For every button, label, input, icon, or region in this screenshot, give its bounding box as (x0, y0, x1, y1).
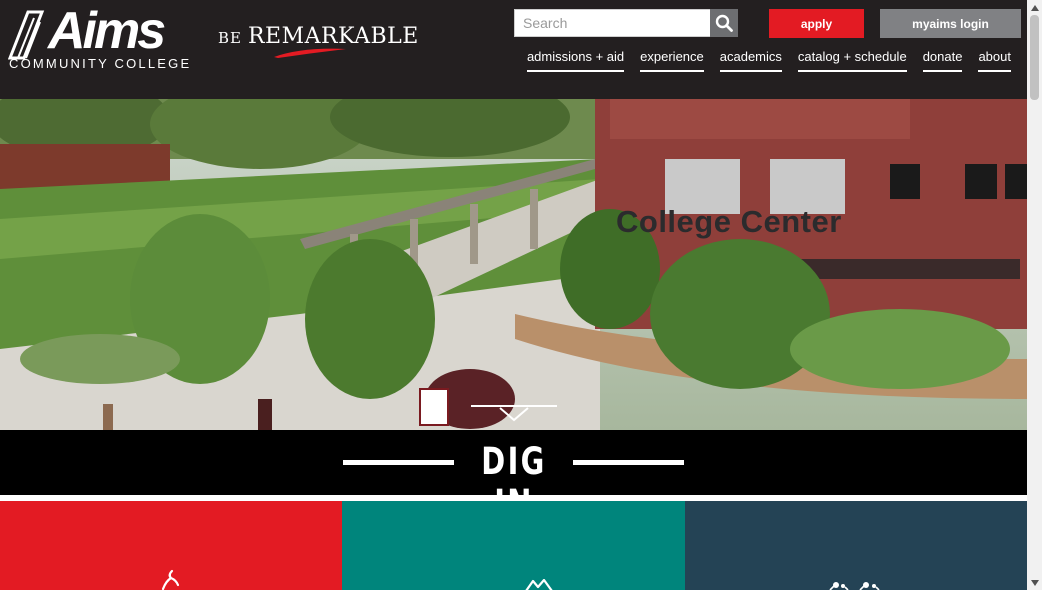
site-header: Aims COMMUNITY COLLEGE BE REMARKABLE appl… (0, 0, 1027, 99)
feature-card-red[interactable] (0, 501, 342, 591)
nav-item-about[interactable]: about (978, 50, 1011, 72)
search-button[interactable] (710, 9, 738, 37)
people-icon (829, 582, 880, 590)
nav-item-experience[interactable]: experience (640, 50, 704, 72)
logo-word: Aims (48, 2, 166, 60)
dig-in-left-rule (343, 460, 454, 465)
mountain-icon (525, 579, 553, 591)
tagline-word: REMARKABLE (247, 24, 419, 49)
scroll-down-arrow-small-icon (1030, 579, 1039, 586)
myaims-login-button[interactable]: myaims login (880, 9, 1021, 38)
search-input[interactable] (514, 9, 718, 37)
scroll-up-button[interactable] (1027, 0, 1042, 15)
runner-icon (161, 569, 180, 591)
page-scrollbar[interactable] (1027, 0, 1042, 590)
nav-item-academics[interactable]: academics (719, 50, 782, 72)
logo-subtitle: COMMUNITY COLLEGE (9, 56, 192, 71)
tagline-swoosh-icon (274, 48, 346, 58)
scrollbar-thumb[interactable] (1030, 15, 1039, 100)
hero-image: College Center (0, 99, 1027, 430)
tagline-prefix: BE (218, 29, 242, 47)
main-nav: admissions + aid experience academics ca… (511, 50, 1011, 72)
scroll-up-arrow-icon (1030, 4, 1039, 11)
aims-logo[interactable]: Aims COMMUNITY COLLEGE (8, 2, 203, 72)
scroll-down-button[interactable] (1027, 575, 1042, 590)
dig-in-right-rule (573, 460, 684, 465)
scroll-down-arrow-icon[interactable] (470, 404, 558, 424)
college-center-sign: College Center (616, 204, 842, 239)
apply-button[interactable]: apply (769, 9, 864, 38)
search-icon (715, 14, 733, 32)
nav-item-admissions[interactable]: admissions + aid (526, 50, 625, 72)
tagline: BE REMARKABLE (218, 24, 419, 49)
nav-item-donate[interactable]: donate (922, 50, 963, 72)
campus-photo (0, 99, 1027, 430)
nav-item-catalog[interactable]: catalog + schedule (797, 50, 907, 72)
feature-card-navy[interactable] (685, 501, 1027, 590)
feature-card-teal[interactable] (342, 501, 685, 591)
